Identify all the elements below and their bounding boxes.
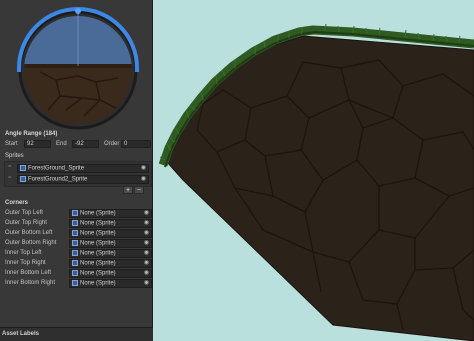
sprite-object-icon [72,260,78,266]
target-picker-icon[interactable]: ◉ [140,165,147,172]
corner-label: Inner Top Right [5,260,46,266]
asset-labels-bar[interactable]: Asset Labels [0,327,153,341]
sprite-object-icon [20,176,26,182]
corner-sprite-field[interactable]: None (Sprite) ◉ [69,249,152,258]
corner-label: Inner Bottom Right [5,280,56,286]
corner-label: Inner Top Left [5,250,42,256]
corner-row: Inner Bottom Right None (Sprite) ◉ [0,278,153,288]
target-picker-icon[interactable]: ◉ [143,220,150,227]
corner-value: None (Sprite) [80,220,116,227]
target-picker-icon[interactable]: ◉ [143,280,150,287]
order-label: Order [104,141,120,147]
corner-label: Outer Bottom Right [5,240,57,246]
corner-value: None (Sprite) [80,260,116,267]
sprite-object-icon [72,230,78,236]
target-picker-icon[interactable]: ◉ [143,210,150,217]
sprite-object-icon [72,250,78,256]
target-picker-icon[interactable]: ◉ [143,250,150,257]
start-label: Start [5,141,18,147]
corner-value: None (Sprite) [80,280,116,287]
sprite-slot[interactable]: ForestGround2_Sprite ◉ [17,175,149,184]
corner-sprite-field[interactable]: None (Sprite) ◉ [69,279,152,288]
sprite-object-icon [72,220,78,226]
angle-range-dial[interactable] [0,0,153,130]
corner-sprite-field[interactable]: None (Sprite) ◉ [69,229,152,238]
sprite-object-icon [72,240,78,246]
corner-sprite-field[interactable]: None (Sprite) ◉ [69,219,152,228]
sprite-object-icon [72,270,78,276]
sprite-slot[interactable]: ForestGround_Sprite ◉ [17,164,149,173]
add-sprite-button[interactable]: + [123,186,133,194]
sprite-name: ForestGround2_Sprite [28,176,88,183]
scene-view[interactable] [153,0,474,341]
corner-row: Inner Bottom Left None (Sprite) ◉ [0,268,153,278]
angle-start-handle[interactable] [17,68,21,72]
corner-row: Inner Top Left None (Sprite) ◉ [0,248,153,258]
target-picker-icon[interactable]: ◉ [143,260,150,267]
target-picker-icon[interactable]: ◉ [140,176,147,183]
sprite-object-icon [72,210,78,216]
corner-value: None (Sprite) [80,240,116,247]
corners-title: Corners [5,200,29,206]
sprite-name: ForestGround_Sprite [28,165,85,172]
corner-sprite-field[interactable]: None (Sprite) ◉ [69,209,152,218]
corner-label: Inner Bottom Left [5,270,52,276]
target-picker-icon[interactable]: ◉ [143,240,150,247]
sprites-title: Sprites [5,153,24,159]
angle-range-title: Angle Range (184) [5,131,58,137]
target-picker-icon[interactable]: ◉ [143,270,150,277]
end-label: End [56,141,67,147]
angle-range-row: Start 92 End -92 Order 0 [0,139,153,149]
corner-value: None (Sprite) [80,250,116,257]
corner-value: None (Sprite) [80,270,116,277]
start-field[interactable]: 92 [24,140,51,148]
corner-sprite-field[interactable]: None (Sprite) ◉ [69,269,152,278]
corner-row: Outer Top Left None (Sprite) ◉ [0,208,153,218]
drag-handle-icon[interactable]: = [8,175,13,182]
angle-center-handle[interactable] [75,8,81,14]
end-field[interactable]: -92 [72,140,99,148]
order-field[interactable]: 0 [121,140,151,148]
corner-row: Inner Top Right None (Sprite) ◉ [0,258,153,268]
corner-value: None (Sprite) [80,210,116,217]
corner-sprite-field[interactable]: None (Sprite) ◉ [69,259,152,268]
corner-label: Outer Top Right [5,220,47,226]
corner-row: Outer Bottom Left None (Sprite) ◉ [0,228,153,238]
corner-label: Outer Bottom Left [5,230,53,236]
corner-sprite-field[interactable]: None (Sprite) ◉ [69,239,152,248]
corner-row: Outer Top Right None (Sprite) ◉ [0,218,153,228]
sprite-object-icon [72,280,78,286]
corner-label: Outer Top Left [5,210,43,216]
drag-handle-icon[interactable]: = [8,164,13,171]
target-picker-icon[interactable]: ◉ [143,230,150,237]
corner-row: Outer Bottom Right None (Sprite) ◉ [0,238,153,248]
angle-end-handle[interactable] [135,68,139,72]
sprites-list: = ForestGround_Sprite ◉ = ForestGround2_… [4,161,152,187]
remove-sprite-button[interactable]: − [134,186,144,194]
inspector-panel: Angle Range (184) Start 92 End -92 Order… [0,0,153,341]
corner-value: None (Sprite) [80,230,116,237]
sprite-object-icon [20,165,26,171]
